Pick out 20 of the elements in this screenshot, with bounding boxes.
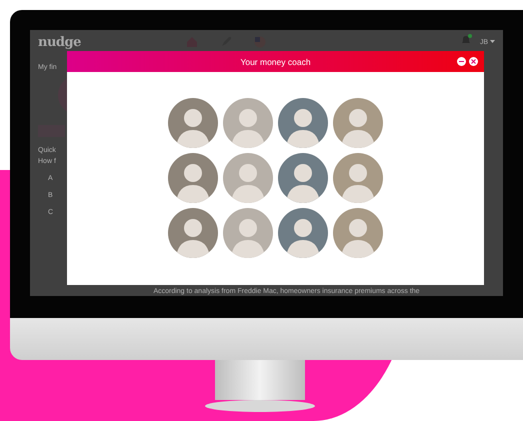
photo-placeholder[interactable]: [223, 98, 273, 148]
modal-title: Your money coach: [240, 56, 311, 66]
logo[interactable]: nudge: [38, 34, 81, 50]
minimize-button[interactable]: [457, 57, 466, 66]
close-icon: [471, 59, 476, 64]
photo-placeholder[interactable]: [168, 153, 218, 203]
close-button[interactable]: [469, 57, 478, 66]
photo-placeholder[interactable]: [278, 208, 328, 258]
bell-icon[interactable]: [460, 34, 472, 46]
caret-icon[interactable]: [490, 40, 495, 44]
photo-placeholder[interactable]: [333, 153, 383, 203]
photo-placeholder[interactable]: [223, 153, 273, 203]
photo-placeholder[interactable]: [223, 208, 273, 258]
photo-placeholder[interactable]: [168, 208, 218, 258]
photo-placeholder[interactable]: [278, 98, 328, 148]
photo-placeholder[interactable]: [333, 98, 383, 148]
minus-icon: [459, 59, 464, 64]
photo-placeholder[interactable]: [168, 98, 218, 148]
photo-placeholder[interactable]: [333, 208, 383, 258]
photo-placeholder[interactable]: [278, 153, 328, 203]
